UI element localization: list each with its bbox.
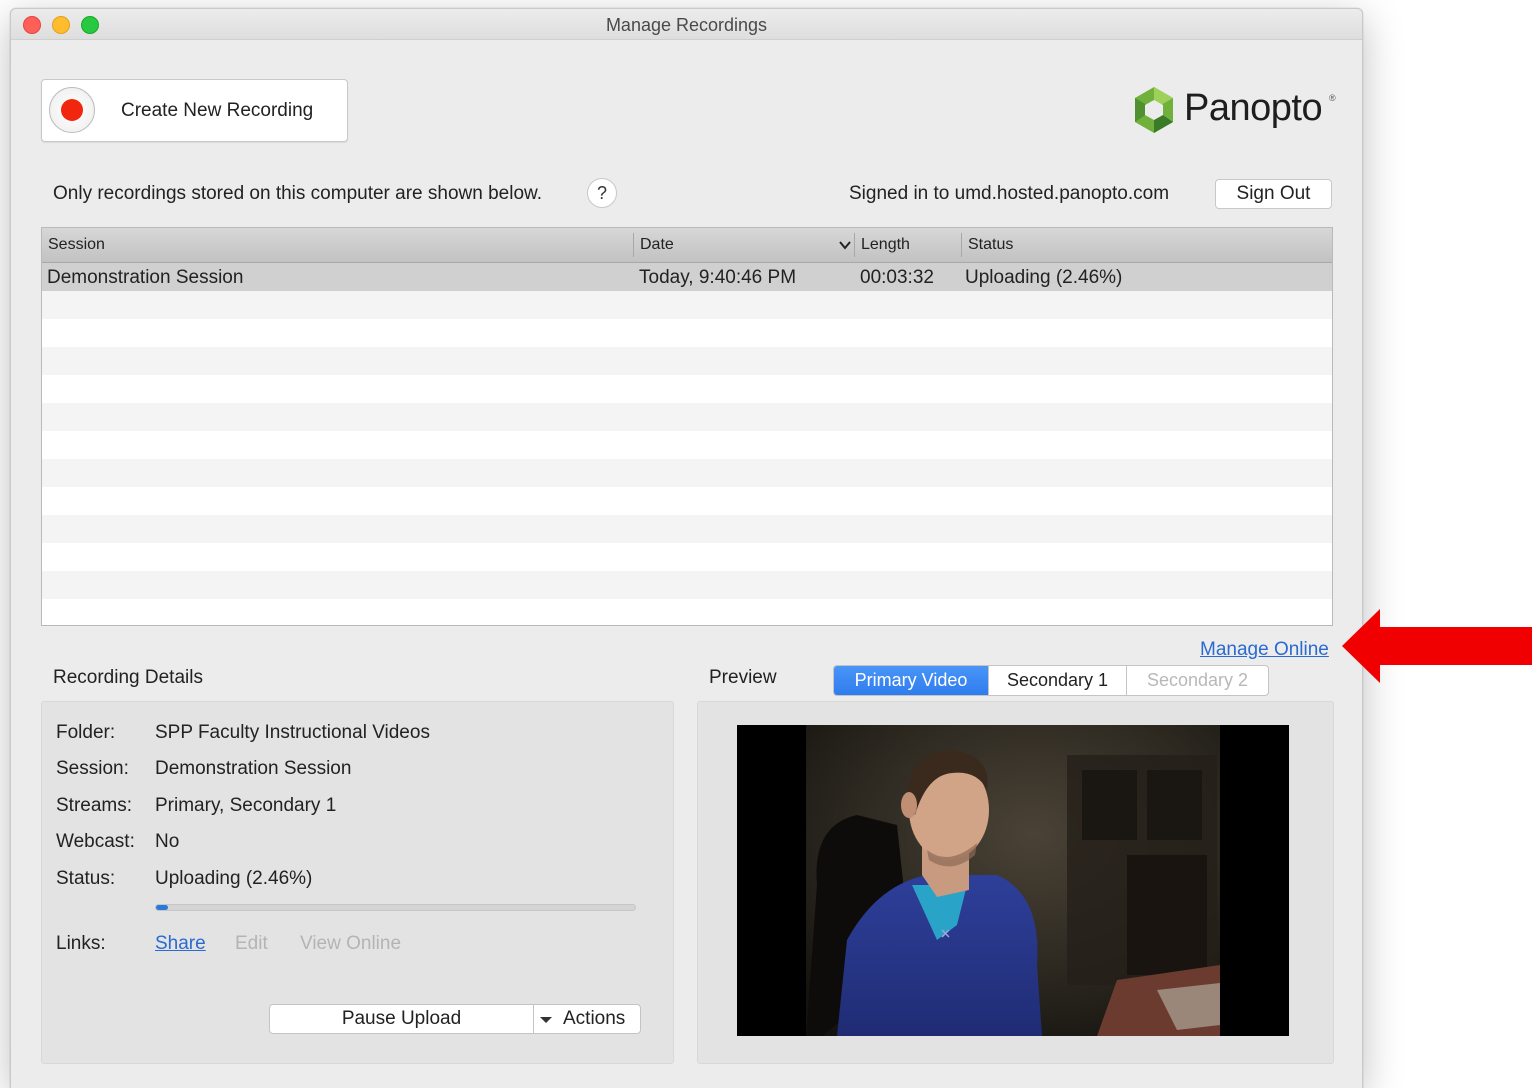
empty-row <box>42 291 1332 319</box>
tab-secondary-1[interactable]: Secondary 1 <box>989 666 1126 695</box>
folder-value: SPP Faculty Instructional Videos <box>155 722 430 743</box>
webcast-label: Webcast: <box>56 831 135 852</box>
actions-menu-button[interactable]: Actions <box>534 1005 640 1033</box>
tab-primary-video[interactable]: Primary Video <box>834 666 988 695</box>
panopto-logo-text: Panopto <box>1184 87 1323 129</box>
column-header-date[interactable]: Date <box>634 228 854 262</box>
manage-recordings-window: Manage Recordings Create New Recording P… <box>10 8 1363 1088</box>
create-new-recording-button[interactable]: Create New Recording <box>41 79 348 142</box>
manage-online-link[interactable]: Manage Online <box>1200 639 1329 661</box>
table-header: Session Date Length Status <box>42 228 1332 263</box>
record-dot <box>61 99 83 121</box>
table-row[interactable]: Demonstration Session Today, 9:40:46 PM … <box>42 263 1332 291</box>
upload-progress-fill <box>156 905 168 910</box>
column-header-session[interactable]: Session <box>42 228 633 262</box>
recording-details-panel: Folder: SPP Faculty Instructional Videos… <box>41 701 674 1064</box>
actions-label: Actions <box>563 1008 626 1029</box>
cell-date: Today, 9:40:46 PM <box>639 267 797 288</box>
upload-progress-bar <box>155 904 636 911</box>
recording-details-heading: Recording Details <box>53 667 203 688</box>
cell-status: Uploading (2.46%) <box>965 267 1123 288</box>
empty-row <box>42 515 1332 543</box>
status-value: Uploading (2.46%) <box>155 868 313 889</box>
empty-row <box>42 459 1332 487</box>
preview-stream-tabs: Primary Video Secondary 1 Secondary 2 <box>833 665 1269 696</box>
empty-row <box>42 375 1332 403</box>
empty-row <box>42 543 1332 571</box>
cell-length: 00:03:32 <box>860 267 934 288</box>
presenter-video-frame <box>737 725 1289 1036</box>
empty-row <box>42 403 1332 431</box>
streams-label: Streams: <box>56 795 133 816</box>
title-bar[interactable]: Manage Recordings <box>11 9 1362 40</box>
session-label: Session: <box>56 758 129 779</box>
local-recordings-notice: Only recordings stored on this computer … <box>53 183 542 204</box>
empty-row <box>42 599 1332 625</box>
view-online-link: View Online <box>300 933 402 954</box>
empty-row <box>42 431 1332 459</box>
empty-row <box>42 571 1332 599</box>
video-preview <box>737 725 1289 1036</box>
share-link[interactable]: Share <box>155 933 206 955</box>
window-title: Manage Recordings <box>605 15 768 35</box>
edit-link: Edit <box>235 933 268 954</box>
trademark-mark: ® <box>1329 93 1336 103</box>
folder-label: Folder: <box>56 722 116 743</box>
column-header-status[interactable]: Status <box>962 228 1332 262</box>
panopto-logo: Panopto ® <box>1132 85 1342 137</box>
pause-upload-button[interactable]: Pause Upload <box>270 1005 533 1033</box>
streams-value: Primary, Secondary 1 <box>155 795 337 816</box>
preview-panel <box>697 701 1334 1064</box>
signed-in-status: Signed in to umd.hosted.panopto.com <box>849 183 1170 204</box>
column-header-length[interactable]: Length <box>855 228 961 262</box>
annotation-arrow-icon <box>1342 609 1532 683</box>
sign-out-button[interactable]: Sign Out <box>1215 179 1332 209</box>
upload-split-button: Pause Upload Actions <box>269 1004 641 1034</box>
session-value: Demonstration Session <box>155 758 352 779</box>
help-button[interactable]: ? <box>587 178 617 208</box>
panopto-logo-icon <box>1135 87 1173 133</box>
sort-descending-icon[interactable] <box>839 240 851 250</box>
status-label: Status: <box>56 868 116 889</box>
links-label: Links: <box>56 933 106 954</box>
table-body: Demonstration Session Today, 9:40:46 PM … <box>42 263 1332 625</box>
caret-down-icon <box>540 1017 552 1023</box>
empty-row <box>42 319 1332 347</box>
preview-heading: Preview <box>709 667 777 688</box>
create-new-recording-label: Create New Recording <box>121 100 314 121</box>
cell-session: Demonstration Session <box>47 267 244 288</box>
webcast-value: No <box>155 831 180 852</box>
empty-row <box>42 347 1332 375</box>
tab-secondary-2: Secondary 2 <box>1146 670 1249 690</box>
recordings-table: Session Date Length Status Demonstration… <box>41 227 1333 626</box>
empty-row <box>42 487 1332 515</box>
record-icon <box>49 87 95 133</box>
